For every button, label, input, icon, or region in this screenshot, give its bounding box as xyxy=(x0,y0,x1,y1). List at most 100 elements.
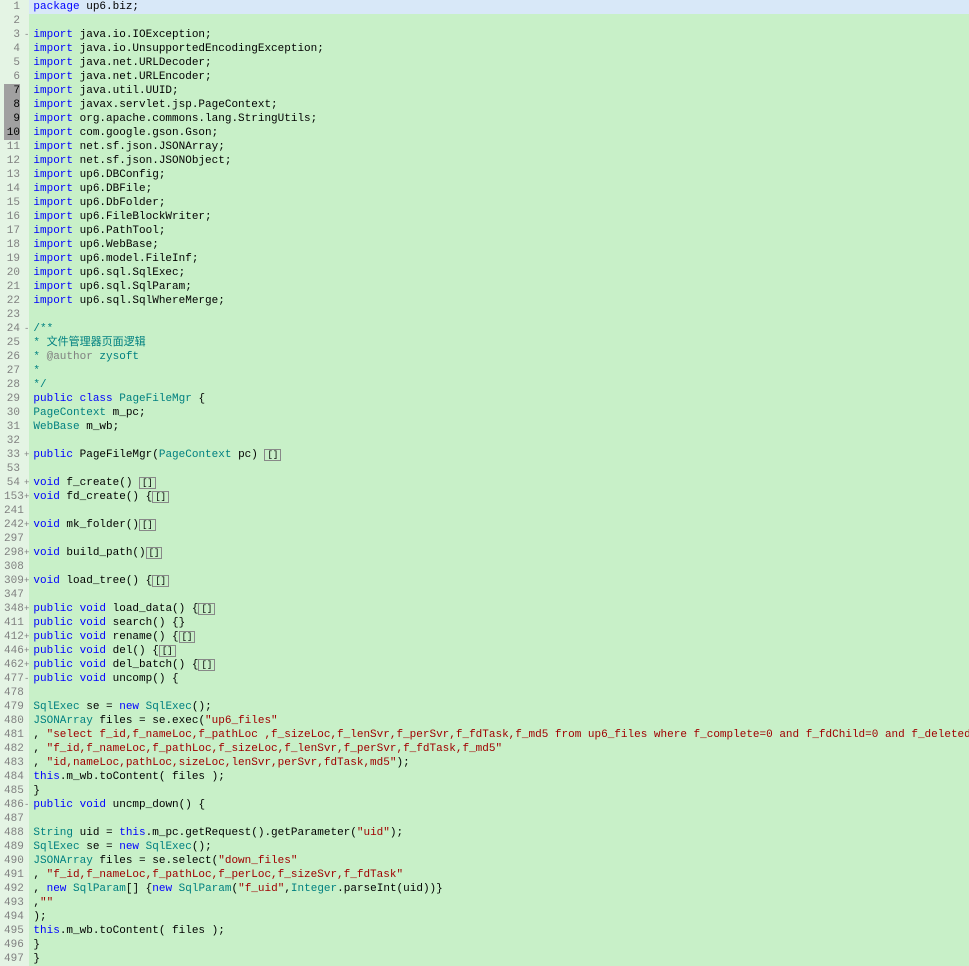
code-line[interactable]: public class PageFileMgr { xyxy=(29,392,969,406)
code-line[interactable]: , "select f_id,f_nameLoc,f_pathLoc ,f_si… xyxy=(29,728,969,742)
line-number[interactable]: 348 xyxy=(4,602,20,616)
line-number[interactable]: 497 xyxy=(4,952,20,966)
line-number[interactable]: 446 xyxy=(4,644,20,658)
code-line[interactable]: PageContext m_pc; xyxy=(29,406,969,420)
line-number[interactable]: 488 xyxy=(4,826,20,840)
code-line[interactable]: package up6.biz; xyxy=(29,0,969,14)
line-number[interactable]: 19 xyxy=(4,252,20,266)
code-line[interactable]: public void del_batch() {[] xyxy=(29,658,969,672)
code-line[interactable]: , "f_id,f_nameLoc,f_pathLoc,f_sizeLoc,f_… xyxy=(29,742,969,756)
code-line[interactable]: void fd_create() {[] xyxy=(29,490,969,504)
code-line[interactable]: import java.io.IOException; xyxy=(29,28,969,42)
code-line[interactable] xyxy=(29,588,969,602)
line-number[interactable]: 493 xyxy=(4,896,20,910)
line-number[interactable]: 494 xyxy=(4,910,20,924)
code-line[interactable]: import up6.WebBase; xyxy=(29,238,969,252)
code-line[interactable]: JSONArray files = se.exec("up6_files" xyxy=(29,714,969,728)
code-line[interactable]: import java.io.UnsupportedEncodingExcept… xyxy=(29,42,969,56)
line-number[interactable]: 31 xyxy=(4,420,20,434)
code-line[interactable] xyxy=(29,686,969,700)
code-line[interactable]: import com.google.gson.Gson; xyxy=(29,126,969,140)
code-line[interactable]: ); xyxy=(29,910,969,924)
code-line[interactable] xyxy=(29,308,969,322)
line-number[interactable]: 25 xyxy=(4,336,20,350)
code-line[interactable] xyxy=(29,14,969,28)
code-line[interactable]: this.m_wb.toContent( files ); xyxy=(29,924,969,938)
code-line[interactable]: import up6.sql.SqlParam; xyxy=(29,280,969,294)
code-line[interactable]: , "f_id,f_nameLoc,f_pathLoc,f_perLoc,f_s… xyxy=(29,868,969,882)
line-number[interactable]: 4 xyxy=(4,42,20,56)
line-number[interactable]: 20 xyxy=(4,266,20,280)
line-number[interactable]: 2 xyxy=(4,14,20,28)
code-line[interactable]: import java.net.URLEncoder; xyxy=(29,70,969,84)
line-number[interactable]: 12 xyxy=(4,154,20,168)
line-number[interactable]: 486 xyxy=(4,798,20,812)
line-number[interactable]: 33 xyxy=(4,448,20,462)
code-line[interactable]: } xyxy=(29,784,969,798)
line-number[interactable]: 153 xyxy=(4,490,20,504)
line-number[interactable]: 8 xyxy=(4,98,20,112)
line-number[interactable]: 477 xyxy=(4,672,20,686)
line-number[interactable]: 481 xyxy=(4,728,20,742)
code-line[interactable]: import up6.DBConfig; xyxy=(29,168,969,182)
code-line[interactable] xyxy=(29,532,969,546)
line-number[interactable]: 54 xyxy=(4,476,20,490)
line-number[interactable]: 484 xyxy=(4,770,20,784)
code-line[interactable]: import up6.sql.SqlWhereMerge; xyxy=(29,294,969,308)
code-line[interactable]: String uid = this.m_pc.getRequest().getP… xyxy=(29,826,969,840)
code-line[interactable]: void f_create() [] xyxy=(29,476,969,490)
code-line[interactable] xyxy=(29,812,969,826)
line-number[interactable]: 242 xyxy=(4,518,20,532)
code-line[interactable]: import up6.DBFile; xyxy=(29,182,969,196)
code-line[interactable]: , "id,nameLoc,pathLoc,sizeLoc,lenSvr,per… xyxy=(29,756,969,770)
line-number[interactable]: 27 xyxy=(4,364,20,378)
code-line[interactable]: void load_tree() {[] xyxy=(29,574,969,588)
code-line[interactable]: import org.apache.commons.lang.StringUti… xyxy=(29,112,969,126)
line-number[interactable]: 496 xyxy=(4,938,20,952)
line-number[interactable]: 11 xyxy=(4,140,20,154)
line-number[interactable]: 411 xyxy=(4,616,20,630)
code-line[interactable] xyxy=(29,434,969,448)
code-line[interactable]: /** xyxy=(29,322,969,336)
line-number[interactable]: 18 xyxy=(4,238,20,252)
code-line[interactable]: * 文件管理器页面逻辑 xyxy=(29,336,969,350)
line-number[interactable]: 16 xyxy=(4,210,20,224)
line-number[interactable]: 6 xyxy=(4,70,20,84)
line-number[interactable]: 7 xyxy=(4,84,20,98)
code-line[interactable]: import up6.model.FileInf; xyxy=(29,252,969,266)
line-number[interactable]: 3 xyxy=(4,28,20,42)
line-number[interactable]: 53 xyxy=(4,462,20,476)
line-number[interactable]: 9 xyxy=(4,112,20,126)
code-line[interactable]: } xyxy=(29,938,969,952)
line-number[interactable]: 485 xyxy=(4,784,20,798)
line-number[interactable]: 483 xyxy=(4,756,20,770)
line-number[interactable]: 491 xyxy=(4,868,20,882)
code-line[interactable]: JSONArray files = se.select("down_files" xyxy=(29,854,969,868)
code-line[interactable]: public void load_data() {[] xyxy=(29,602,969,616)
line-number[interactable]: 479 xyxy=(4,700,20,714)
line-number[interactable]: 14 xyxy=(4,182,20,196)
code-line[interactable]: public void rename() {[] xyxy=(29,630,969,644)
line-number[interactable]: 309 xyxy=(4,574,20,588)
code-line[interactable]: * xyxy=(29,364,969,378)
code-line[interactable] xyxy=(29,462,969,476)
line-number[interactable]: 412 xyxy=(4,630,20,644)
code-line[interactable]: ,"" xyxy=(29,896,969,910)
code-line[interactable]: public void del() {[] xyxy=(29,644,969,658)
line-number[interactable]: 24 xyxy=(4,322,20,336)
line-number[interactable]: 21 xyxy=(4,280,20,294)
code-line[interactable]: import net.sf.json.JSONObject; xyxy=(29,154,969,168)
code-line[interactable]: import java.util.UUID; xyxy=(29,84,969,98)
code-line[interactable]: * @author zysoft xyxy=(29,350,969,364)
code-line[interactable]: public void uncmp_down() { xyxy=(29,798,969,812)
code-line[interactable]: import javax.servlet.jsp.PageContext; xyxy=(29,98,969,112)
code-line[interactable]: import java.net.URLDecoder; xyxy=(29,56,969,70)
code-line[interactable]: WebBase m_wb; xyxy=(29,420,969,434)
line-number[interactable]: 347 xyxy=(4,588,20,602)
line-number[interactable]: 308 xyxy=(4,560,20,574)
line-number[interactable]: 32 xyxy=(4,434,20,448)
line-number[interactable]: 462 xyxy=(4,658,20,672)
line-number[interactable]: 10 xyxy=(4,126,20,140)
line-number[interactable]: 23 xyxy=(4,308,20,322)
line-number[interactable]: 13 xyxy=(4,168,20,182)
